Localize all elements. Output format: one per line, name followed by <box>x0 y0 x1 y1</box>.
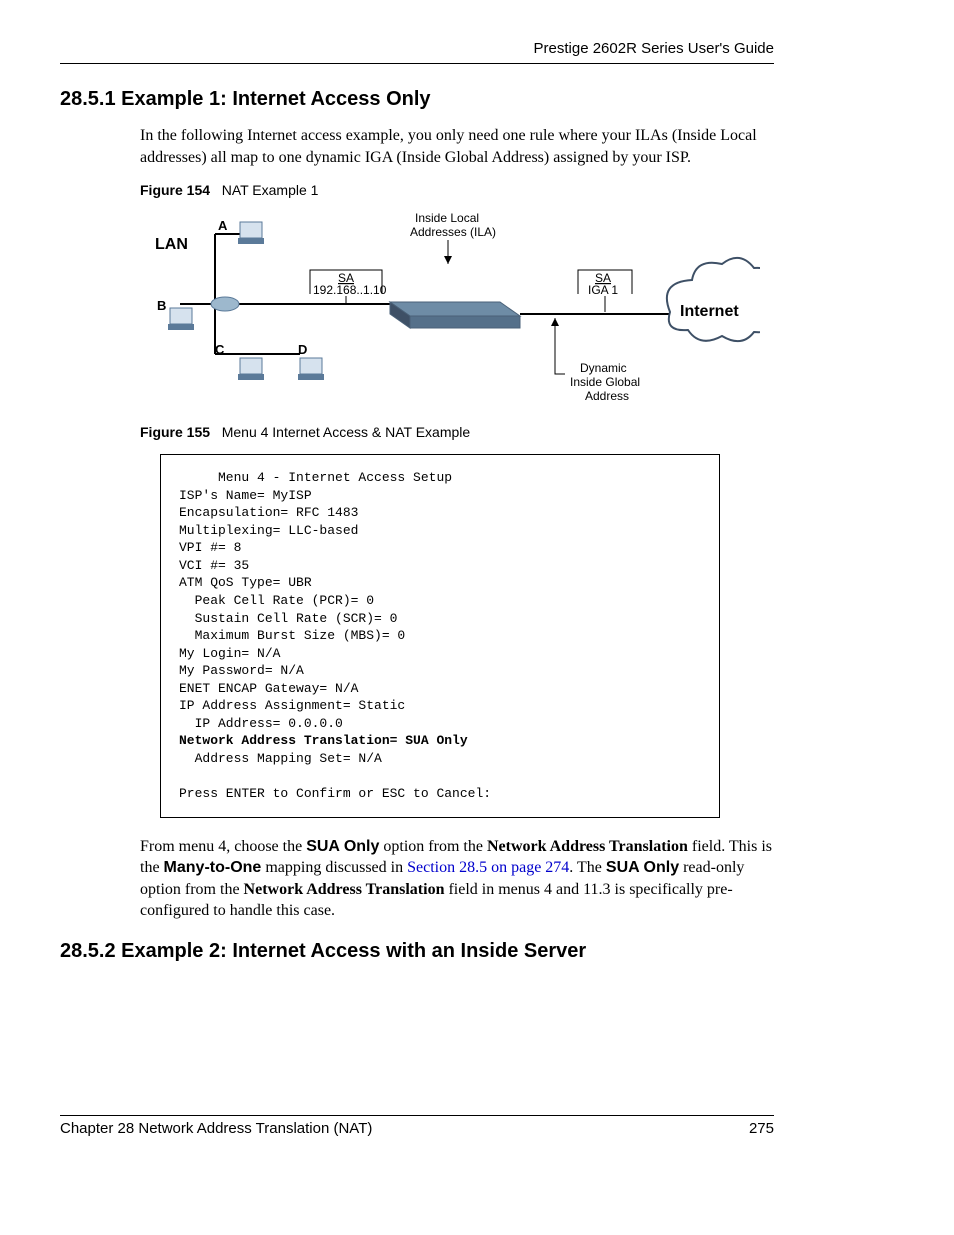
nat-diagram-svg: LAN Inside Local Addresses (ILA) A B C D… <box>140 204 760 414</box>
figure-155-title: Menu 4 Internet Access & NAT Example <box>222 424 471 440</box>
dyn-line1: Dynamic <box>580 361 627 375</box>
term-l13: IP Address Assignment= Static <box>179 698 405 713</box>
ila-arrow-head <box>444 256 452 264</box>
pt-t1: From menu 4, choose the <box>140 838 306 855</box>
term-l1: ISP's Name= MyISP <box>179 488 312 503</box>
footer-chapter: Chapter 28 Network Address Translation (… <box>60 1120 372 1137</box>
pt-t12: Network Address Translation <box>244 881 445 898</box>
terminal-menu-4: Menu 4 - Internet Access Setup ISP's Nam… <box>160 454 720 817</box>
figure-155-caption: Figure 155 Menu 4 Internet Access & NAT … <box>140 424 774 440</box>
term-l9: Maximum Burst Size (MBS)= 0 <box>179 628 405 643</box>
section-28-5-2-heading: 28.5.2 Example 2: Internet Access with a… <box>60 940 774 963</box>
dyn-line2: Inside Global <box>570 375 640 389</box>
ila-label-line2: Addresses (ILA) <box>410 225 496 239</box>
term-l14: IP Address= 0.0.0.0 <box>179 716 343 731</box>
dyn-arrow-head <box>551 318 559 326</box>
pc-d-icon <box>298 358 324 380</box>
term-l2: Encapsulation= RFC 1483 <box>179 505 358 520</box>
figure-154-caption: Figure 154 NAT Example 1 <box>140 182 774 198</box>
term-l18: Press ENTER to Confirm or ESC to Cancel: <box>179 786 491 801</box>
pt-t10: SUA Only <box>606 859 679 876</box>
term-l16: Address Mapping Set= N/A <box>179 751 382 766</box>
section-28-5-1-heading: 28.5.1 Example 1: Internet Access Only <box>60 88 774 111</box>
ila-label-line1: Inside Local <box>415 211 479 225</box>
term-l8: Sustain Cell Rate (SCR)= 0 <box>179 611 397 626</box>
node-d-label: D <box>298 342 307 357</box>
pc-b-icon <box>168 308 194 330</box>
header-guide-title: Prestige 2602R Series User's Guide <box>60 40 774 57</box>
internet-cloud-icon: Internet <box>667 258 760 341</box>
figure-154-title: NAT Example 1 <box>222 182 319 198</box>
term-l4: VPI #= 8 <box>179 540 241 555</box>
footer-page-number: 275 <box>749 1120 774 1137</box>
section-28-5-link[interactable]: Section 28.5 on page 274 <box>407 859 569 876</box>
sa-right-bottom: IGA 1 <box>588 283 618 297</box>
node-b-label: B <box>157 298 166 313</box>
term-l12: ENET ENCAP Gateway= N/A <box>179 681 358 696</box>
sa-left-bottom: 192.168..1.10 <box>313 283 387 297</box>
figure-154-label: Figure 154 <box>140 182 210 198</box>
pt-t9: . The <box>569 859 606 876</box>
header-rule <box>60 63 774 64</box>
term-l6: ATM QoS Type= UBR <box>179 575 312 590</box>
switch-icon <box>211 297 239 311</box>
sa-left-box: SA 192.168..1.10 <box>310 270 387 297</box>
pt-t2: SUA Only <box>306 838 379 855</box>
post-terminal-paragraph: From menu 4, choose the SUA Only option … <box>140 836 774 922</box>
term-l10: My Login= N/A <box>179 646 280 661</box>
term-l5: VCI #= 35 <box>179 558 249 573</box>
pt-t4: Network Address Translation <box>487 838 688 855</box>
page-footer: Chapter 28 Network Address Translation (… <box>60 1115 774 1137</box>
pc-a-icon <box>238 222 264 244</box>
sa-right-box: SA IGA 1 <box>578 270 632 297</box>
node-c-label: C <box>215 342 225 357</box>
figure-155-label: Figure 155 <box>140 424 210 440</box>
dyn-arrow-line <box>555 318 565 374</box>
internet-label: Internet <box>680 303 739 320</box>
gateway-icon <box>390 302 520 328</box>
footer-rule <box>60 1115 774 1116</box>
lan-label: LAN <box>155 236 188 253</box>
term-l7: Peak Cell Rate (PCR)= 0 <box>179 593 374 608</box>
section-28-5-1-paragraph: In the following Internet access example… <box>140 125 774 168</box>
pc-c-icon <box>238 358 264 380</box>
term-title: Menu 4 - Internet Access Setup <box>179 470 452 485</box>
term-l11: My Password= N/A <box>179 663 304 678</box>
pt-t6: Many-to-One <box>164 859 262 876</box>
term-l3: Multiplexing= LLC-based <box>179 523 358 538</box>
node-a-label: A <box>218 218 228 233</box>
pt-t3: option from the <box>379 838 487 855</box>
dyn-line3: Address <box>585 389 629 403</box>
figure-154-diagram: LAN Inside Local Addresses (ILA) A B C D… <box>140 204 760 414</box>
term-l15: Network Address Translation= SUA Only <box>179 733 468 748</box>
pt-t7: mapping discussed in <box>261 859 407 876</box>
